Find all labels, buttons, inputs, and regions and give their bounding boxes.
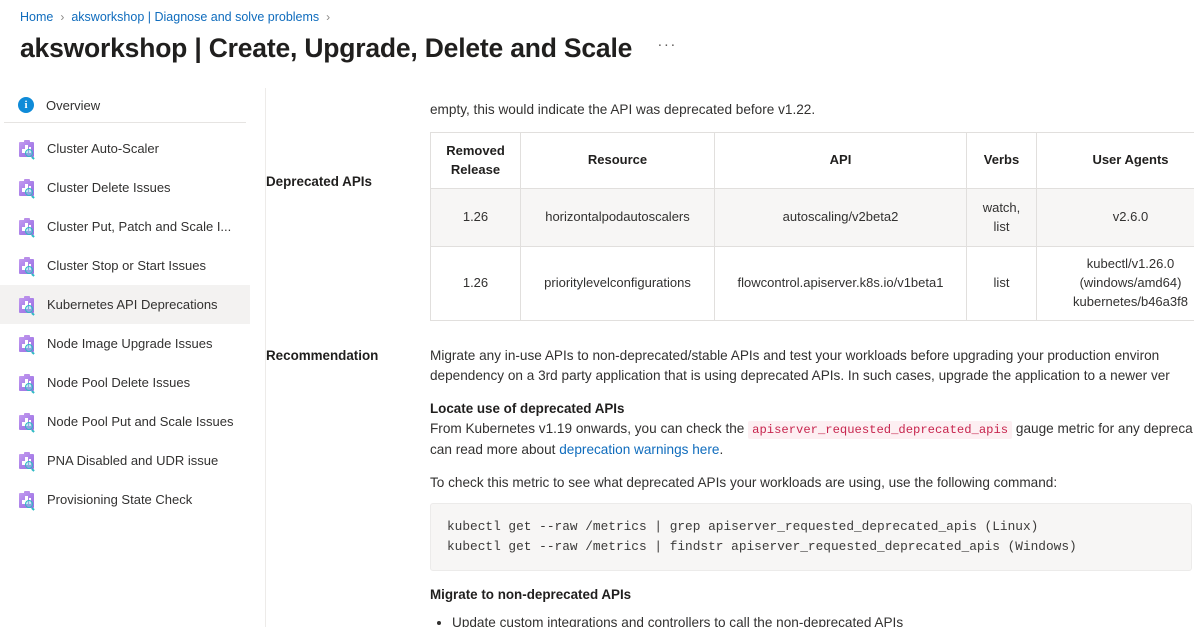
table-header-row: Removed Release Resource API Verbs User …: [430, 132, 1194, 189]
cell-api: autoscaling/v2beta2: [714, 188, 967, 247]
deprecated-apis-label: Deprecated APIs: [266, 174, 372, 189]
sidebar-item-label: Kubernetes API Deprecations: [47, 297, 218, 312]
detector-chart-icon: [18, 256, 36, 277]
page-header: aksworkshop | Create, Upgrade, Delete an…: [20, 28, 680, 68]
locate-line-2-suffix: .: [719, 441, 724, 457]
kubectl-command-code-block[interactable]: kubectl get --raw /metrics | grep apiser…: [430, 502, 1192, 571]
lead-paragraph: empty, this would indicate the API was d…: [430, 102, 816, 117]
sidebar-item-label: Node Pool Delete Issues: [47, 375, 191, 390]
recommendation-paragraph-line-1: Migrate any in-use APIs to non-deprecate…: [430, 348, 1160, 363]
detector-chart-icon: [18, 139, 36, 160]
breadcrumb-item-home[interactable]: Home: [20, 10, 53, 24]
page-title: aksworkshop | Create, Upgrade, Delete an…: [20, 32, 633, 63]
code-line-1: kubectl get --raw /metrics | grep apiser…: [447, 518, 1039, 534]
locate-heading: Locate use of deprecated APIs: [430, 401, 625, 417]
detector-chart-icon: [18, 373, 36, 394]
cell-user-agents: v2.6.0: [1036, 188, 1194, 247]
locate-line-1-suffix: gauge metric for any depreca: [1012, 420, 1193, 436]
cell-verbs: list: [966, 246, 1037, 321]
migrate-section: Migrate to non-deprecated APIs Update cu…: [430, 585, 1194, 627]
sidebar-item-provisioning-state-check[interactable]: Provisioning State Check: [0, 480, 250, 519]
sidebar-item-label: Cluster Auto-Scaler: [47, 141, 159, 156]
breadcrumb: Home › aksworkshop | Diagnose and solve …: [20, 6, 337, 28]
table-row: 1.26 horizontalpodautoscalers autoscalin…: [430, 188, 1194, 247]
migrate-heading: Migrate to non-deprecated APIs: [430, 586, 632, 602]
check-metric-section: To check this metric to see what depreca…: [430, 473, 1194, 571]
sidebar-item-node-image-upgrade-issues[interactable]: Node Image Upgrade Issues: [0, 324, 250, 363]
sidebar-divider: [4, 122, 246, 123]
detector-chart-icon: [18, 334, 36, 355]
column-header-user-agents: User Agents: [1036, 132, 1194, 189]
sidebar-item-label: Cluster Stop or Start Issues: [47, 258, 206, 273]
main-content: empty, this would indicate the API was d…: [266, 88, 1194, 627]
detector-chart-icon: [18, 295, 36, 316]
detector-chart-icon: [18, 451, 36, 472]
sidebar-item-kubernetes-api-deprecations[interactable]: Kubernetes API Deprecations: [0, 285, 250, 324]
breadcrumb-separator-icon: ›: [60, 10, 65, 24]
column-header-removed-release: Removed Release: [430, 132, 521, 189]
table-row: 1.26 prioritylevelconfigurations flowcon…: [430, 246, 1194, 321]
column-header-resource: Resource: [520, 132, 715, 189]
sidebar-item-node-pool-delete-issues[interactable]: Node Pool Delete Issues: [0, 363, 250, 402]
cell-removed-release: 1.26: [430, 188, 521, 247]
detector-chart-icon: [18, 412, 36, 433]
cell-resource: horizontalpodautoscalers: [520, 188, 715, 247]
sidebar-item-cluster-put-patch-scale[interactable]: Cluster Put, Patch and Scale I...: [0, 207, 250, 246]
sidebar-item-cluster-delete-issues[interactable]: Cluster Delete Issues: [0, 168, 250, 207]
migrate-bullet-list: Update custom integrations and controlle…: [430, 613, 1194, 627]
cell-user-agents: kubectl/v1.26.0 (windows/amd64) kubernet…: [1036, 246, 1194, 321]
recommendation-paragraph-line-2: dependency on a 3rd party application th…: [430, 367, 1170, 383]
sidebar-item-label: Cluster Delete Issues: [47, 180, 171, 195]
sidebar-item-label: Provisioning State Check: [47, 492, 193, 507]
sidebar-item-cluster-auto-scaler[interactable]: Cluster Auto-Scaler: [0, 129, 250, 168]
sidebar-item-node-pool-put-and-scale-issues[interactable]: Node Pool Put and Scale Issues: [0, 402, 250, 441]
recommendation-body: Migrate any in-use APIs to non-deprecate…: [430, 346, 1194, 627]
metric-name-code: apiserver_requested_deprecated_apis: [748, 420, 1013, 439]
locate-line-1: From Kubernetes v1.19 onwards, you can c…: [430, 419, 1194, 440]
sidebar-item-label: PNA Disabled and UDR issue: [47, 453, 219, 468]
locate-line-2-prefix: can read more about: [430, 441, 560, 457]
column-header-verbs: Verbs: [966, 132, 1037, 189]
sidebar-item-cluster-stop-start-issues[interactable]: Cluster Stop or Start Issues: [0, 246, 250, 285]
sidebar-item-overview[interactable]: i Overview: [0, 88, 250, 122]
detector-chart-icon: [18, 217, 36, 238]
sidebar-item-label: Cluster Put, Patch and Scale I...: [47, 219, 232, 234]
column-header-api: API: [714, 132, 967, 189]
locate-line-2: can read more about deprecation warnings…: [430, 440, 1194, 460]
sidebar-nav: i Overview Cluster Auto-Scaler Cluster D…: [0, 88, 250, 627]
detector-chart-icon: [18, 490, 36, 511]
sidebar-item-label: Node Pool Put and Scale Issues: [47, 414, 234, 429]
info-icon: i: [18, 97, 34, 113]
locate-section: Locate use of deprecated APIs From Kuber…: [430, 399, 1194, 459]
sidebar-item-label: Node Image Upgrade Issues: [47, 336, 213, 351]
locate-line-1-prefix: From Kubernetes v1.19 onwards, you can c…: [430, 420, 749, 436]
recommendation-label: Recommendation: [266, 348, 379, 363]
deprecation-warnings-link[interactable]: deprecation warnings here: [559, 442, 719, 457]
code-line-2: kubectl get --raw /metrics | findstr api…: [447, 538, 1077, 554]
more-options-icon[interactable]: ···: [654, 35, 680, 61]
deprecated-apis-section: Deprecated APIs Removed Release Resource…: [266, 132, 1194, 321]
sidebar-item-label: Overview: [46, 97, 101, 113]
cell-removed-release: 1.26: [430, 246, 521, 321]
sidebar-item-pna-disabled-udr-issue[interactable]: PNA Disabled and UDR issue: [0, 441, 250, 480]
recommendation-section: Recommendation Migrate any in-use APIs t…: [266, 346, 1194, 627]
detector-chart-icon: [18, 178, 36, 199]
list-item: Update custom integrations and controlle…: [452, 613, 1194, 627]
cell-verbs: watch, list: [966, 188, 1037, 247]
breadcrumb-separator-icon-2: ›: [326, 10, 331, 24]
deprecated-apis-table: Removed Release Resource API Verbs User …: [430, 132, 1194, 321]
cell-api: flowcontrol.apiserver.k8s.io/v1beta1: [714, 246, 967, 321]
breadcrumb-item-diagnose[interactable]: aksworkshop | Diagnose and solve problem…: [71, 10, 319, 24]
cell-resource: prioritylevelconfigurations: [520, 246, 715, 321]
check-metric-text: To check this metric to see what depreca…: [430, 475, 1058, 491]
